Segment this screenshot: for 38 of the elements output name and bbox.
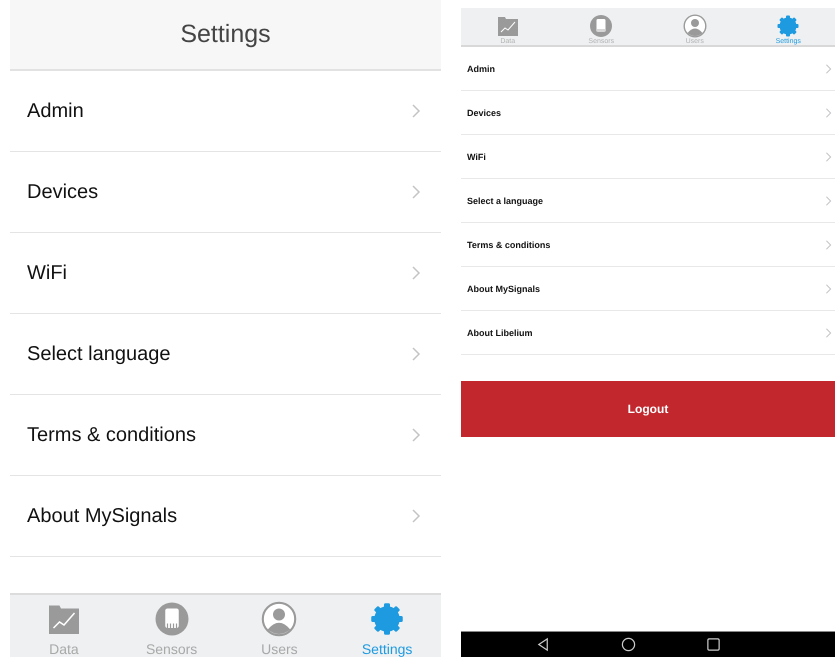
settings-row[interactable]: WiFi	[461, 135, 835, 179]
chevron-icon	[825, 106, 832, 118]
chevron-icon	[411, 427, 421, 443]
chevron-icon	[411, 508, 421, 524]
settings-row[interactable]: WiFi	[10, 233, 441, 314]
recent-apps-icon[interactable]	[706, 637, 720, 652]
settings-row[interactable]: About MySignals	[10, 476, 441, 557]
user-icon	[261, 601, 298, 637]
chip-icon	[154, 601, 190, 637]
settings-icon	[776, 14, 800, 38]
chip-icon	[589, 14, 614, 38]
settings-row[interactable]: About Libelium	[461, 311, 835, 355]
user-icon	[682, 14, 707, 38]
chevron-icon	[411, 265, 421, 281]
settings-icon	[369, 601, 406, 637]
settings-row[interactable]: Devices	[461, 91, 835, 135]
settings-row[interactable]: Admin	[461, 47, 835, 91]
settings-row[interactable]: Admin	[10, 71, 441, 152]
chart-folder-icon	[496, 14, 520, 38]
settings-row[interactable]: Terms & conditions	[10, 395, 441, 476]
settings-row[interactable]: Devices	[10, 152, 441, 233]
chevron-icon	[411, 184, 421, 200]
chevron-icon	[411, 346, 421, 362]
chevron-icon	[825, 150, 832, 162]
chevron-icon	[411, 103, 421, 119]
logout-button[interactable]: Logout	[461, 381, 835, 437]
chevron-icon	[825, 62, 832, 74]
chevron-icon	[825, 238, 832, 250]
chevron-icon	[825, 282, 832, 294]
chevron-icon	[825, 194, 832, 206]
screen-title: Settings	[180, 20, 271, 49]
settings-row[interactable]: Terms & conditions	[461, 223, 835, 267]
back-icon[interactable]	[536, 637, 550, 652]
settings-row[interactable]: Select language	[10, 314, 441, 395]
settings-row[interactable]: About MySignals	[461, 267, 835, 311]
home-icon[interactable]	[620, 637, 636, 652]
chevron-icon	[825, 326, 832, 338]
settings-row[interactable]: Select a language	[461, 179, 835, 223]
